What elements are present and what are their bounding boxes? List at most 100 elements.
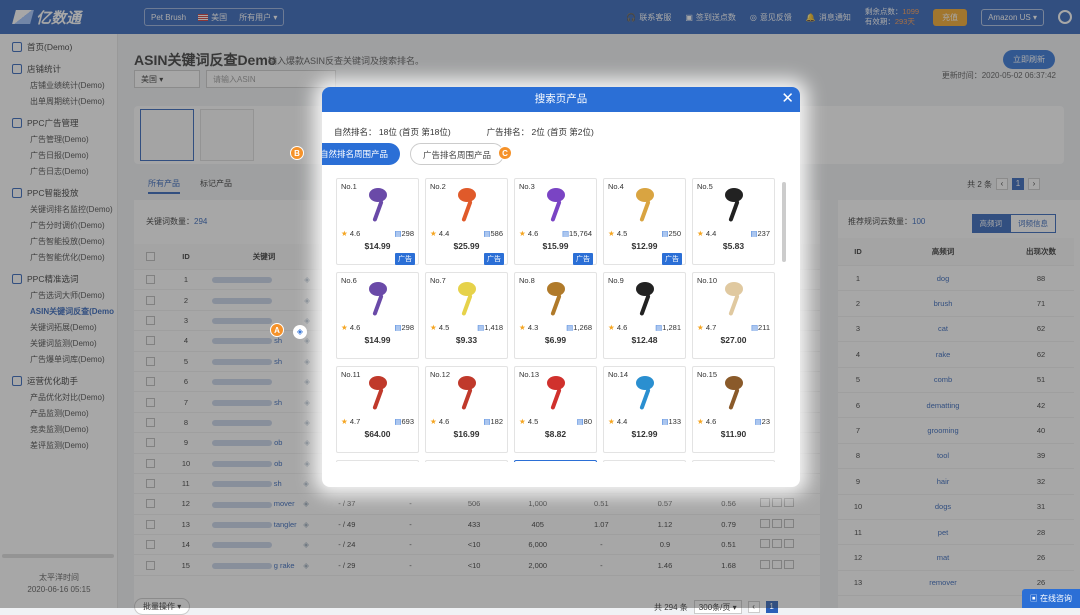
layers-icon[interactable]: ◈ [293,325,307,339]
product-card[interactable]: No.15 ★ 4.6 ▤23 $11.90 [692,366,775,453]
product-price: $11.90 [720,429,747,439]
product-card[interactable]: No.14 ★ 4.4 ▤133 $12.99 [603,366,686,453]
product-image[interactable] [717,185,751,225]
product-price: $5.83 [722,241,745,251]
product-price: $12.99 [631,429,658,439]
product-card[interactable]: No.11 ★ 4.7 ▤693 $64.00 [336,366,419,453]
review-icon: ▤182 [483,417,503,426]
product-rank: No.9 [608,276,624,285]
star-icon: ★ 4.5 [519,417,539,426]
product-image[interactable] [539,373,573,413]
product-image[interactable] [628,373,662,413]
product-price: $25.99 [453,241,480,251]
ad-badge: 广告 [573,253,593,265]
product-card[interactable]: No.13 ★ 4.5 ▤80 $8.82 [514,366,597,453]
product-image[interactable] [717,373,751,413]
product-image[interactable] [361,373,395,413]
product-rank: No.2 [430,182,446,191]
product-grid: No.1 ★ 4.6 ▤298 $14.99 广告 No.2 ★ 4.4 ▤586 $25.99… [336,178,781,462]
product-price: $8.82 [544,429,567,439]
product-price: $12.99 [631,241,658,251]
tab-organic-nearby[interactable]: 自然排名周围产品 [322,143,401,165]
product-rank: No.5 [697,182,713,191]
product-image[interactable] [450,185,484,225]
modal-title: 搜索页产品 [534,93,588,105]
product-card[interactable]: No.3 ★ 4.6 ▤15,764 $15.99 广告 [514,178,597,265]
product-rank: No.10 [697,276,718,285]
product-card[interactable]: No.6 ★ 4.6 ▤298 $14.99 [336,272,419,359]
product-price: $27.00 [720,335,747,345]
product-image[interactable] [450,279,484,319]
product-card[interactable] [514,460,597,462]
product-rank: No.7 [430,276,446,285]
star-icon: ★ 4.3 [519,323,539,332]
star-icon: ★ 4.6 [608,323,628,332]
product-price: $9.33 [455,335,478,345]
product-rank: No.13 [519,370,540,379]
star-icon: ★ 4.7 [697,323,717,332]
modal-header: 搜索页产品 ✕ [322,87,800,112]
product-image[interactable] [628,279,662,319]
product-rank: No.4 [608,182,624,191]
product-price: $64.00 [364,429,391,439]
product-rank: No.1 [341,182,357,191]
review-icon: ▤237 [750,229,770,238]
tab-ad-nearby[interactable]: 广告排名周围产品 [410,143,505,165]
product-image[interactable] [450,373,484,413]
product-rank: No.6 [341,276,357,285]
product-card[interactable]: No.8 ★ 4.3 ▤1,268 $6.99 [514,272,597,359]
product-card[interactable]: No.7 ★ 4.5 ▤1,418 $9.33 [425,272,508,359]
modal-scrollbar[interactable] [782,182,786,262]
product-price: $15.99 [542,241,569,251]
product-rank: No.3 [519,182,535,191]
close-icon[interactable]: ✕ [781,89,794,109]
star-icon: ★ 4.4 [608,417,628,426]
star-icon: ★ 4.5 [430,323,450,332]
organic-rank: 自然排名： 18位 (首页 第18位) [334,127,451,137]
review-icon: ▤80 [576,417,592,426]
ad-badge: 广告 [484,253,504,265]
review-icon: ▤586 [483,229,503,238]
product-card[interactable]: No.4 ★ 4.5 ▤250 $12.99 广告 [603,178,686,265]
product-price: $14.99 [364,241,391,251]
product-image[interactable] [361,279,395,319]
product-price: $12.48 [631,335,658,345]
ad-badge: 广告 [662,253,682,265]
product-image[interactable] [539,185,573,225]
review-icon: ▤1,418 [477,323,503,332]
ad-badge: 广告 [395,253,415,265]
search-products-modal: 搜索页产品 ✕ 自然排名： 18位 (首页 第18位) 广告排名： 2位 (首页… [322,87,800,487]
product-image[interactable] [539,279,573,319]
product-card[interactable]: No.2 ★ 4.4 ▤586 $25.99 广告 [425,178,508,265]
product-card[interactable] [603,460,686,462]
review-icon: ▤1,268 [566,323,592,332]
product-rank: No.8 [519,276,535,285]
product-card[interactable]: No.5 ★ 4.4 ▤237 $5.83 [692,178,775,265]
star-icon: ★ 4.6 [341,229,361,238]
star-icon: ★ 4.6 [341,323,361,332]
product-card[interactable] [692,460,775,462]
review-icon: ▤298 [394,229,414,238]
product-card[interactable]: No.12 ★ 4.6 ▤182 $16.99 [425,366,508,453]
review-icon: ▤23 [754,417,770,426]
product-card[interactable]: No.10 ★ 4.7 ▤211 $27.00 [692,272,775,359]
product-card[interactable] [336,460,419,462]
star-icon: ★ 4.4 [697,229,717,238]
annotation-badge-c: C [498,146,512,160]
review-icon: ▤211 [750,323,770,332]
product-image[interactable] [361,185,395,225]
review-icon: ▤250 [661,229,681,238]
review-icon: ▤15,764 [561,229,592,238]
ad-rank: 广告排名： 2位 (首页 第2位) [486,127,594,137]
product-price: $6.99 [544,335,567,345]
star-icon: ★ 4.6 [697,417,717,426]
product-rank: No.12 [430,370,451,379]
product-card[interactable]: No.9 ★ 4.6 ▤1,281 $12.48 [603,272,686,359]
product-card[interactable]: No.1 ★ 4.6 ▤298 $14.99 广告 [336,178,419,265]
product-price: $14.99 [364,335,391,345]
product-image[interactable] [717,279,751,319]
product-image[interactable] [628,185,662,225]
online-chat-button[interactable]: ▣ 在线咨询 [1021,589,1080,608]
product-card[interactable] [425,460,508,462]
star-icon: ★ 4.6 [519,229,539,238]
